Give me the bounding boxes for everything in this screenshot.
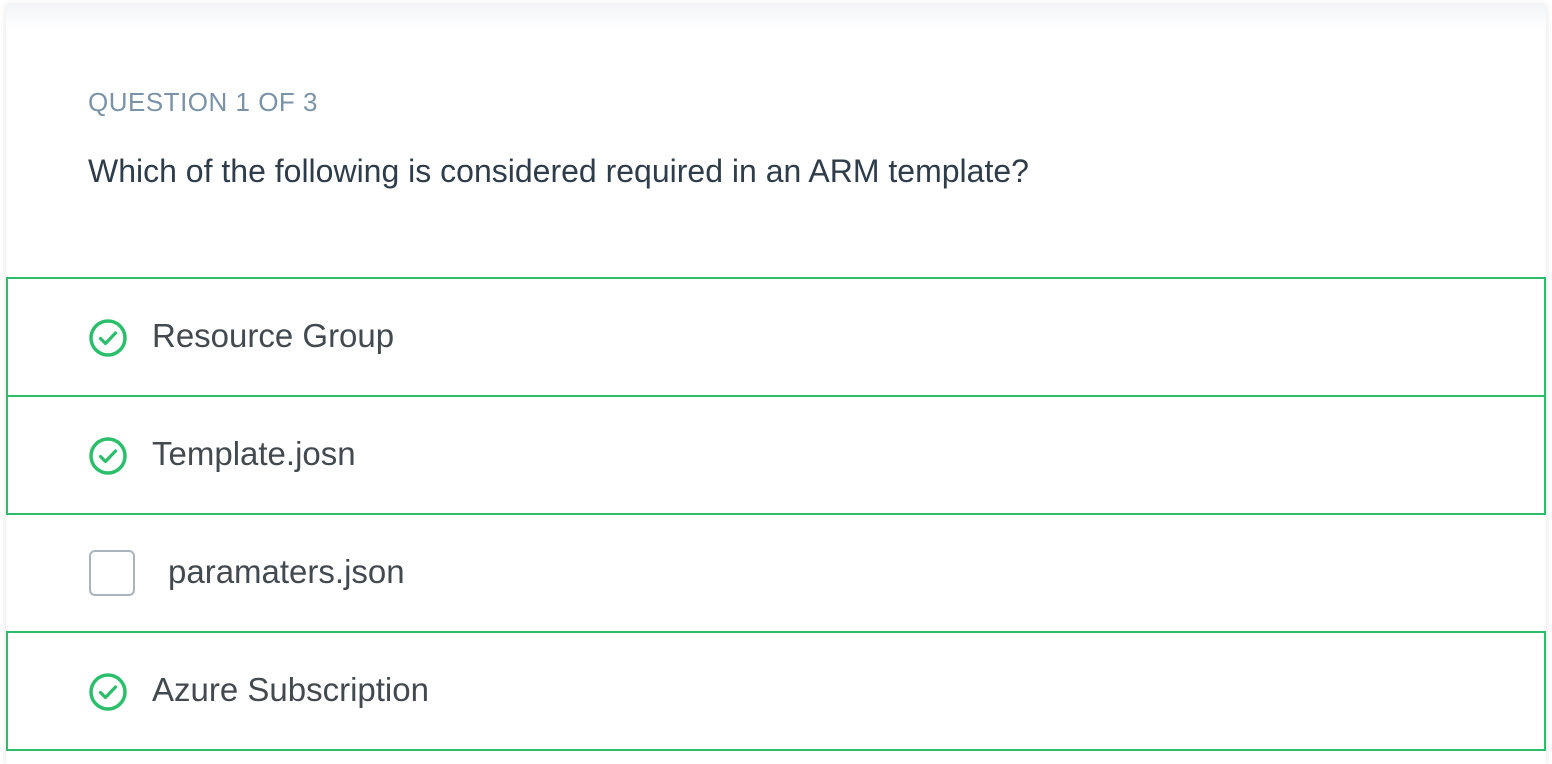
option-label: Resource Group [152, 317, 395, 354]
option-label: Template.josn [152, 435, 356, 472]
empty-checkbox[interactable] [89, 550, 135, 596]
check-circle-icon [88, 318, 128, 358]
option-label: paramaters.json [168, 553, 405, 590]
option-resource-group[interactable]: Resource Group [6, 277, 1546, 397]
answer-options: Resource Group Template.josn paramaters.… [6, 277, 1546, 751]
question-counter: QUESTION 1 OF 3 [88, 87, 318, 117]
question-text: Which of the following is considered req… [88, 153, 1029, 189]
option-azure-subscription[interactable]: Azure Subscription [6, 631, 1546, 751]
card-top-shadow [6, 5, 1546, 31]
check-circle-icon [88, 672, 128, 712]
option-label: Azure Subscription [152, 671, 429, 708]
check-circle-icon [88, 436, 128, 476]
option-parameters-json[interactable]: paramaters.json [6, 513, 1546, 633]
option-template-json[interactable]: Template.josn [6, 395, 1546, 515]
quiz-card: QUESTION 1 OF 3 Which of the following i… [6, 5, 1546, 764]
